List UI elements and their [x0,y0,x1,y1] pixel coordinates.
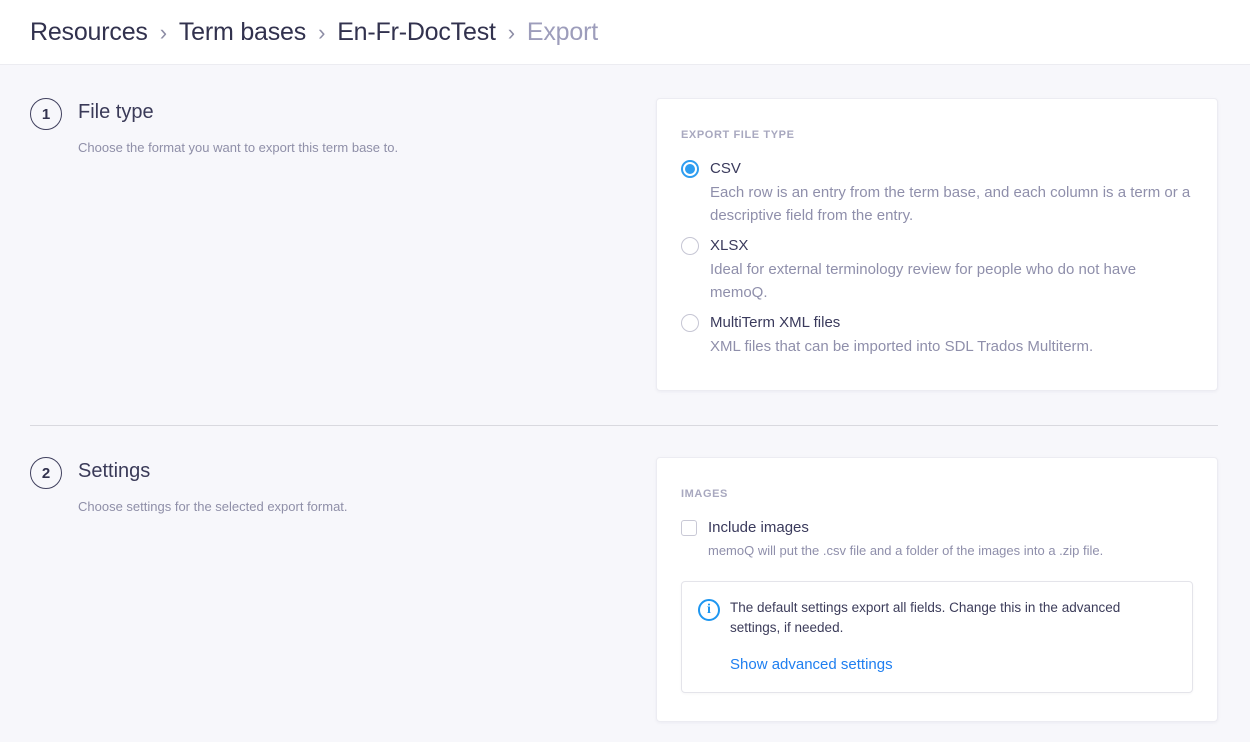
radio-label-csv[interactable]: CSV [710,158,1193,180]
radio-label-xlsx[interactable]: XLSX [710,235,1193,257]
radio-description-multiterm-xml: XML files that can be imported into SDL … [710,335,1093,358]
settings-card: IMAGES Include images memoQ will put the… [656,457,1218,722]
radio-option-multiterm-xml[interactable]: MultiTerm XML files XML files that can b… [681,312,1193,362]
images-group-label: IMAGES [681,488,1193,500]
breadcrumb-separator: › [318,18,325,46]
radio-dot [685,164,695,174]
file-type-section: 1 File type Choose the format you want t… [30,98,1218,391]
section-title-file-type: File type [78,101,398,124]
radio-description-csv: Each row is an entry from the term base,… [710,181,1193,227]
radio-option-csv[interactable]: CSV Each row is an entry from the term b… [681,158,1193,231]
breadcrumb-term-base-name[interactable]: En-Fr-DocTest [337,18,496,47]
section-description-file-type: Choose the format you want to export thi… [78,140,398,155]
radio-option-xlsx[interactable]: XLSX Ideal for external terminology revi… [681,235,1193,308]
radio-description-xlsx: Ideal for external terminology review fo… [710,258,1193,304]
radio-label-multiterm-xml[interactable]: MultiTerm XML files [710,312,1093,334]
file-type-card: EXPORT FILE TYPE CSV Each row is an entr… [656,98,1218,391]
section-description-settings: Choose settings for the selected export … [78,499,348,514]
step-number-2: 2 [30,457,62,489]
radio-button-multiterm-xml[interactable] [681,314,699,332]
breadcrumb-current-page: Export [527,18,598,47]
section-title-settings: Settings [78,460,348,483]
include-images-checkbox[interactable] [681,520,697,536]
info-text: The default settings export all fields. … [730,598,1174,638]
breadcrumb-separator: › [160,18,167,46]
term-base-export-page: Resources › Term bases › En-Fr-DocTest ›… [0,0,1250,742]
radio-button-xlsx[interactable] [681,237,699,255]
radio-button-csv[interactable] [681,160,699,178]
page-content: 1 File type Choose the format you want t… [0,65,1250,742]
breadcrumb-separator: › [508,18,515,46]
settings-section: 2 Settings Choose settings for the selec… [30,457,1218,722]
include-images-label[interactable]: Include images [708,517,1103,539]
breadcrumb-term-bases[interactable]: Term bases [179,18,306,47]
info-icon: i [698,599,720,621]
include-images-description: memoQ will put the .csv file and a folde… [708,541,1103,561]
breadcrumb-bar: Resources › Term bases › En-Fr-DocTest ›… [0,0,1250,65]
export-file-type-group-label: EXPORT FILE TYPE [681,129,1193,141]
section-divider [30,425,1218,426]
breadcrumb: Resources › Term bases › En-Fr-DocTest ›… [30,18,598,47]
breadcrumb-resources[interactable]: Resources [30,18,148,47]
settings-intro: 2 Settings Choose settings for the selec… [30,457,348,514]
include-images-option[interactable]: Include images memoQ will put the .csv f… [681,517,1193,561]
step-number-1: 1 [30,98,62,130]
show-advanced-settings-link[interactable]: Show advanced settings [730,656,893,673]
advanced-settings-info-box: i The default settings export all fields… [681,581,1193,693]
file-type-intro: 1 File type Choose the format you want t… [30,98,398,155]
